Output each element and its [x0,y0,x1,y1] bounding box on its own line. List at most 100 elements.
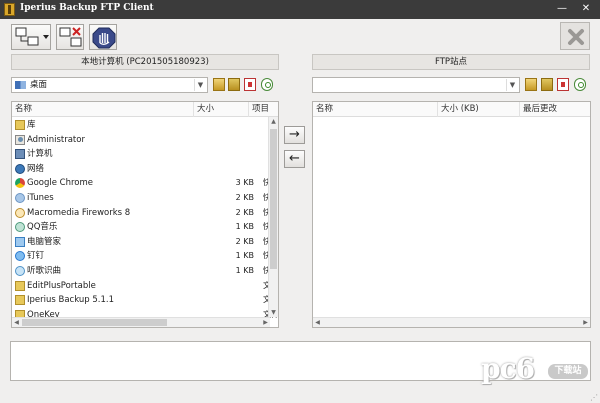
remote-new-folder-icon[interactable] [541,78,553,91]
local-upload-icon[interactable] [213,78,225,91]
remote-path-combo[interactable]: ▼ [312,77,520,93]
file-size: 1 KB [235,251,254,261]
stop-hand-icon [92,27,116,49]
close-window-button[interactable]: ✕ [579,2,593,16]
user-icon [15,134,25,145]
local-path-combo[interactable]: 桌面 ▼ [11,77,208,93]
qq-icon [15,222,25,233]
local-delete-icon[interactable] [244,78,256,91]
folder-icon [15,295,25,306]
local-panel-header: 本地计算机 (PC201505180923) [11,54,279,70]
file-size: 3 KB [235,178,254,188]
list-item[interactable]: Macromedia Fireworks 82 KB快捷 [12,206,278,221]
remote-upload-icon[interactable] [525,78,537,91]
connect-dropdown-icon [15,27,49,46]
column-header-name[interactable]: 名称 [313,102,438,117]
file-size: 2 KB [235,193,254,202]
list-item[interactable]: 钉钉1 KB快捷 [12,249,278,264]
file-size: 2 KB [235,207,254,217]
column-header-items[interactable]: 项目 [249,102,278,117]
local-vertical-scrollbar[interactable]: ▲ ▼ [268,117,278,317]
app-icon [4,3,15,16]
local-path-value: 桌面 [30,80,48,90]
list-item[interactable]: 听歌识曲1 KB快捷 [12,264,278,279]
guard-icon [15,236,25,247]
file-name: 钉钉 [27,251,45,262]
ding-icon [15,251,25,262]
scroll-up-icon[interactable]: ▲ [269,117,278,126]
resize-grip-icon[interactable]: ⋰ [590,393,598,402]
file-name: 网络 [27,163,45,174]
close-x-icon [568,29,584,45]
list-item[interactable]: EditPlusPortable文件 [12,279,278,294]
scroll-left-icon[interactable]: ◀ [313,318,322,327]
watermark-logo: pc6 [481,352,535,385]
download-button[interactable]: ← [284,150,305,168]
desktop-icon [15,81,26,89]
list-item[interactable]: 库 [12,118,267,133]
fw-icon [15,207,25,218]
remote-panel-header: FTP站点 [312,54,590,70]
remote-delete-icon[interactable] [557,78,569,91]
disconnect-button[interactable] [56,24,84,50]
remote-file-list[interactable]: 名称 大小 (KB) 最后更改 ◀ ▶ [312,101,591,328]
itunes-icon [15,193,25,203]
local-horizontal-scrollbar[interactable]: ◀ ▶ [12,317,270,327]
minimize-button[interactable]: — [555,2,569,16]
folder-icon [15,120,25,130]
list-item[interactable]: QQ音乐1 KB快捷 [12,220,278,235]
list-item[interactable]: Administrator [12,133,267,148]
scroll-left-icon[interactable]: ◀ [12,318,21,327]
local-list-header: 名称 大小 项目 [12,102,278,117]
chrome-icon [15,178,25,189]
scroll-right-icon[interactable]: ▶ [261,318,270,327]
list-item[interactable]: Google Chrome3 KB快捷 [12,176,278,191]
list-item[interactable]: 计算机 [12,147,267,162]
connect-button[interactable] [11,24,51,50]
scroll-down-icon[interactable]: ▼ [269,308,278,317]
file-size: 1 KB [235,266,254,275]
list-item[interactable]: 电脑管家2 KB快捷 [12,235,278,250]
chevron-down-icon[interactable]: ▼ [194,79,206,91]
local-refresh-icon[interactable] [261,78,273,91]
file-name: Google Chrome [27,178,94,189]
local-file-list[interactable]: 名称 大小 项目 库 Administrator 计算机网络 Google Chrom… [11,101,279,328]
scroll-thumb[interactable] [270,129,277,269]
chevron-down-icon[interactable]: ▼ [506,79,518,91]
stop-button[interactable] [89,24,117,50]
list-item[interactable]: 网络 [12,162,267,177]
title-bar: Iperius Backup FTP Client — ✕ [0,0,600,19]
file-name: 电脑管家 [27,236,62,247]
list-item[interactable]: iTunes2 KB快捷 [12,191,278,206]
file-name: 库 [27,120,36,130]
column-header-size[interactable]: 大小 (KB) [438,102,520,117]
column-header-name[interactable]: 名称 [12,102,194,117]
remote-horizontal-scrollbar[interactable]: ◀ ▶ [313,317,590,327]
net-icon [15,163,25,174]
column-header-size[interactable]: 大小 [194,102,249,117]
file-name: QQ音乐 [27,222,58,233]
column-header-modified[interactable]: 最后更改 [520,102,590,117]
scroll-right-icon[interactable]: ▶ [581,318,590,327]
close-panel-button[interactable] [560,22,590,50]
list-item[interactable]: Iperius Backup 5.1.1文件 [12,293,278,308]
file-name: 听歌识曲 [27,266,62,276]
remote-list-header: 名称 大小 (KB) 最后更改 [313,102,590,117]
window-title: Iperius Backup FTP Client [20,3,154,13]
remote-refresh-icon[interactable] [574,78,586,91]
file-size: 1 KB [235,222,254,232]
edit-icon [15,280,25,291]
scroll-thumb[interactable] [22,319,167,326]
upload-button[interactable]: → [284,126,305,144]
file-size: 2 KB [235,236,254,246]
file-name: Macromedia Fireworks 8 [27,207,131,218]
song-icon [15,266,25,276]
disconnect-icon [59,27,82,47]
file-name: Iperius Backup 5.1.1 [27,295,114,306]
pc-icon [15,149,25,160]
file-name: 计算机 [27,149,53,160]
file-name: Administrator [27,134,85,145]
file-name: EditPlusPortable [27,280,96,291]
local-new-folder-icon[interactable] [228,78,240,91]
file-name: iTunes [27,193,54,203]
